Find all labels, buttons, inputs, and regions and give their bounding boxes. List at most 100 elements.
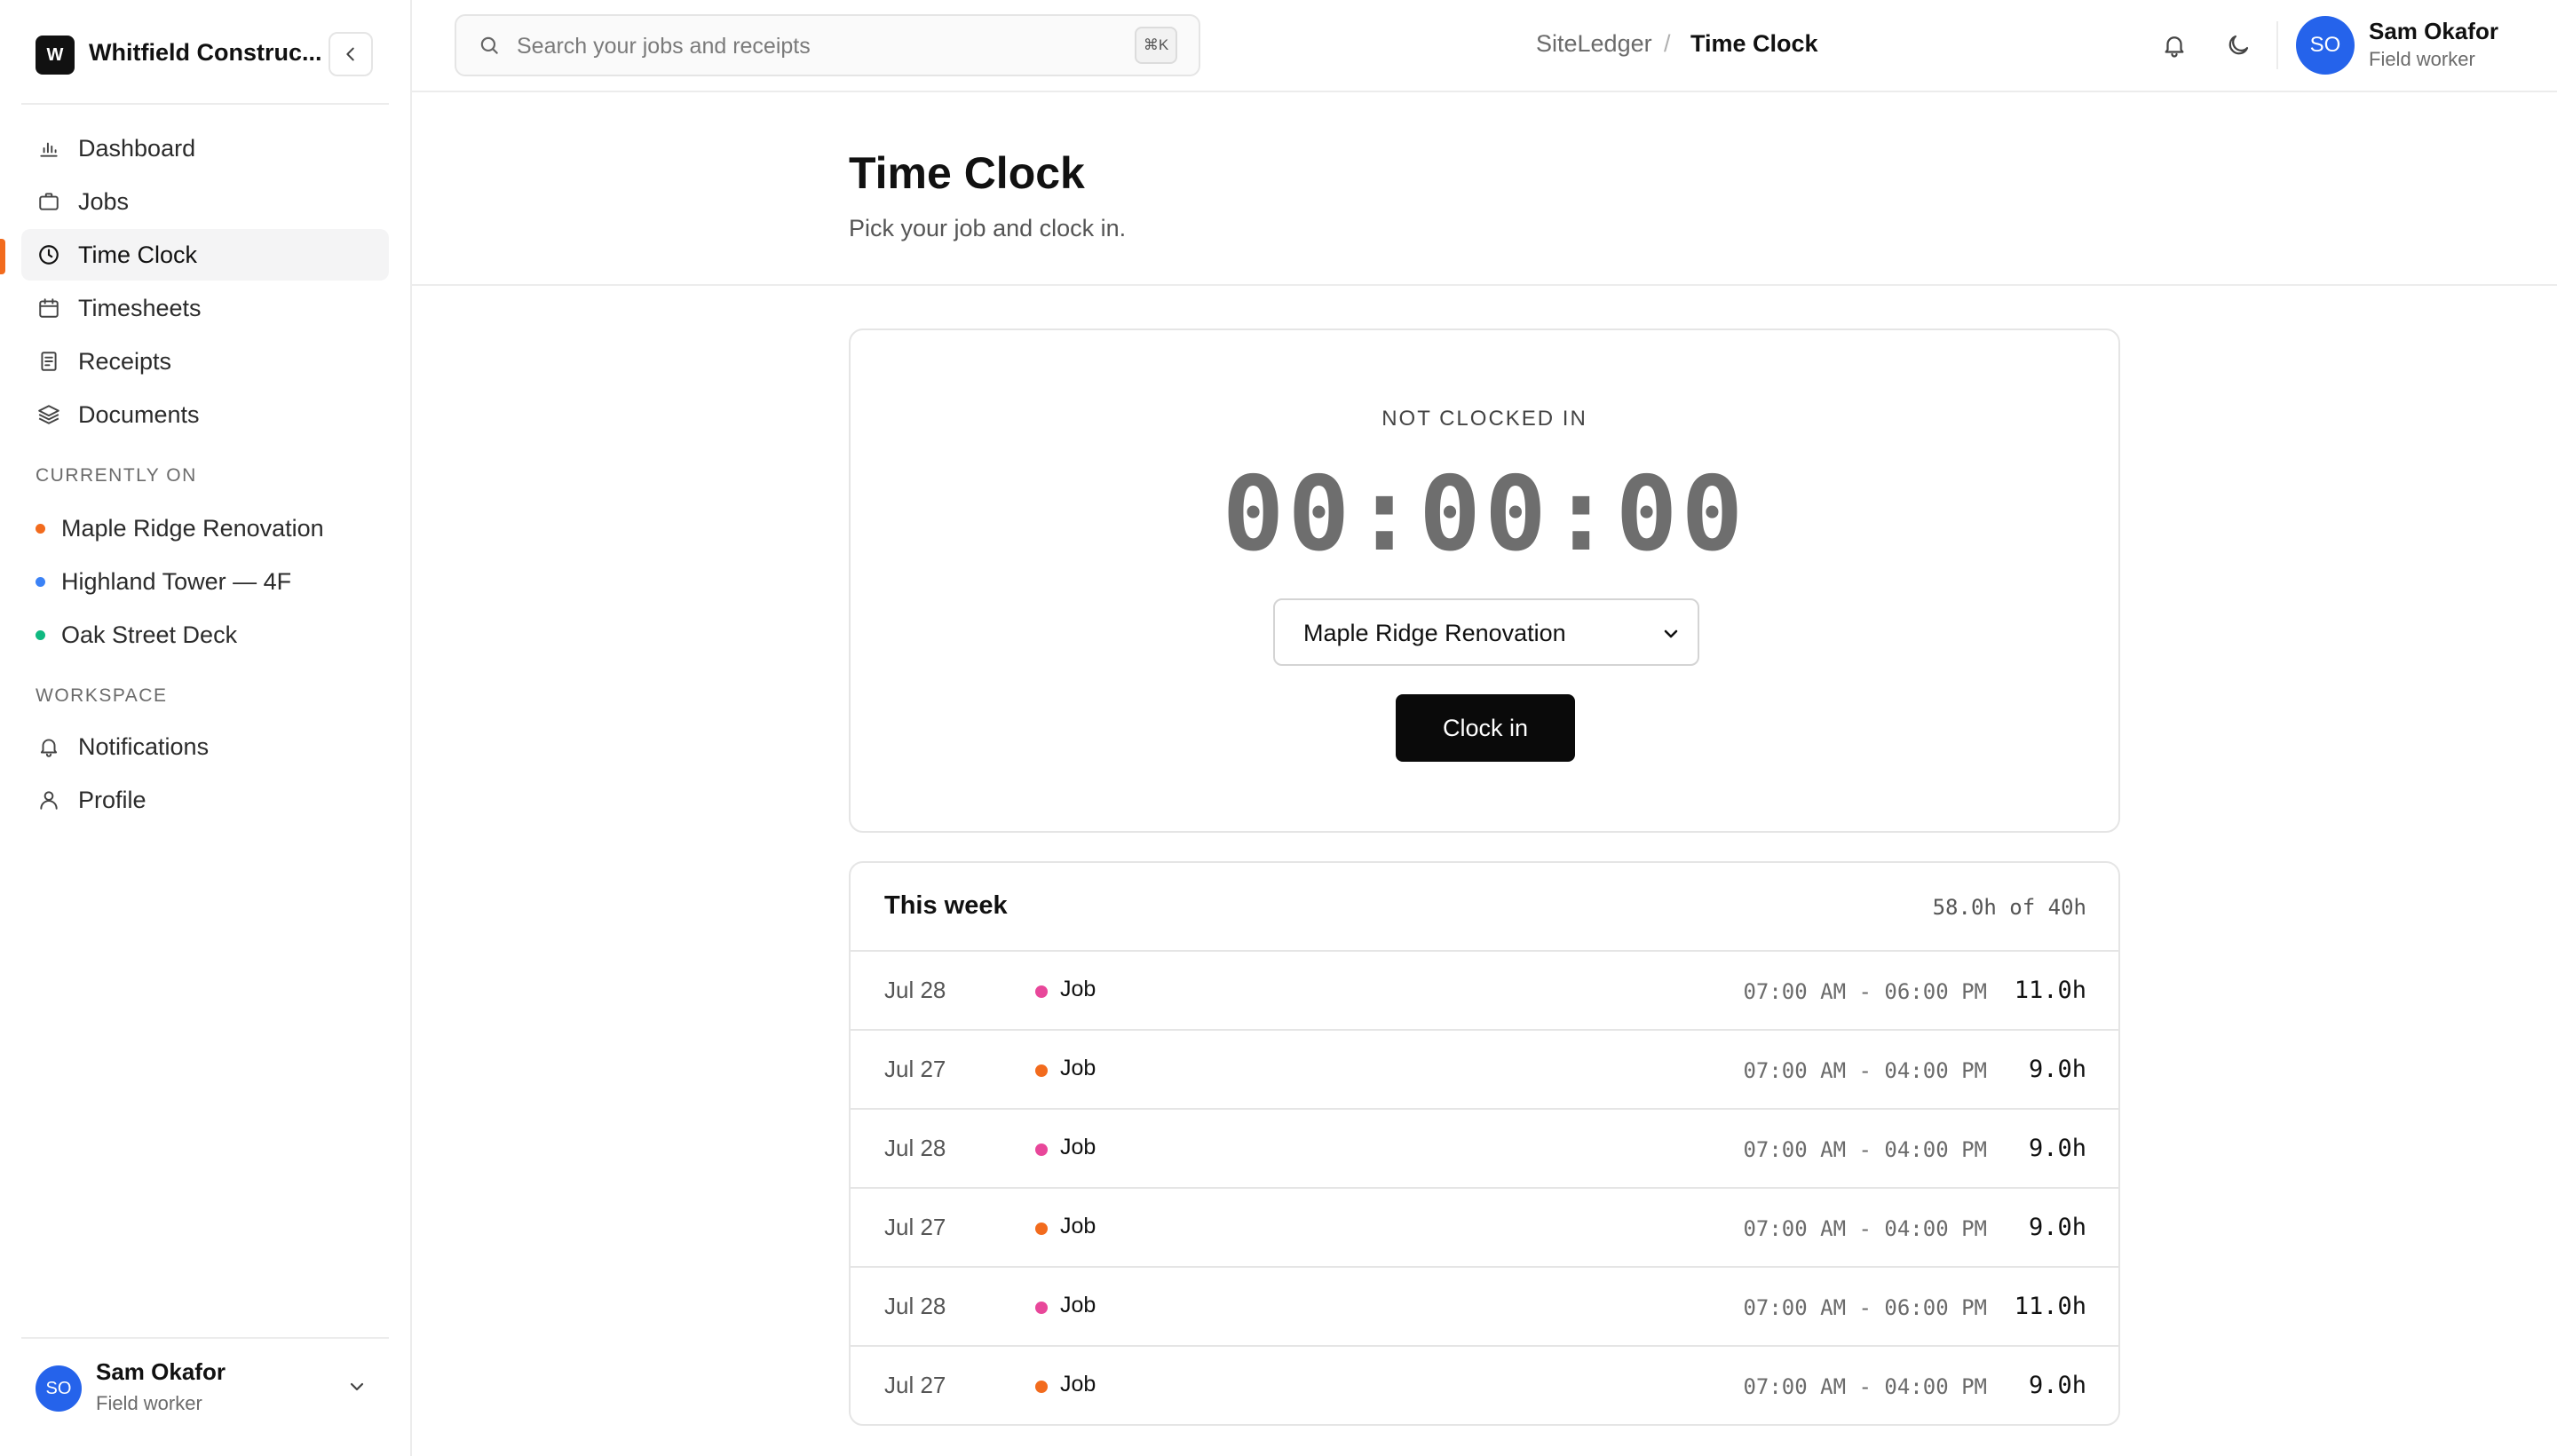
row-job: Job	[1060, 1214, 1096, 1238]
job-select-value: Maple Ridge Renovation	[1303, 620, 1566, 646]
row-job: Job	[1060, 1372, 1096, 1397]
project-color-dot	[36, 576, 45, 587]
job-color-dot	[1035, 1143, 1048, 1156]
week-summary-card: This week 58.0h of 40h Jul 28 Job 07:00 …	[849, 861, 2120, 1426]
sidebar-item-notifications[interactable]: Notifications	[21, 721, 389, 772]
page-subtitle: Pick your job and clock in.	[849, 215, 1127, 241]
theme-toggle-button[interactable]	[2221, 28, 2255, 62]
row-date: Jul 28	[884, 1135, 946, 1161]
search-placeholder: Search your jobs and receipts	[517, 34, 811, 59]
row-job: Job	[1060, 1293, 1096, 1318]
moon-icon	[2228, 35, 2249, 55]
row-date: Jul 27	[884, 1214, 946, 1240]
clock-timer: 00:00:00	[1222, 455, 1747, 574]
sidebar-divider	[21, 1337, 389, 1339]
row-job: Job	[1060, 1056, 1096, 1080]
sidebar-item-dashboard[interactable]: Dashboard	[21, 123, 389, 174]
user-name: Sam Okafor	[2369, 18, 2498, 44]
row-hours: 9.0h	[2028, 1056, 2086, 1083]
collapse-sidebar-button[interactable]	[329, 32, 373, 76]
layers-icon	[36, 401, 62, 428]
bell-icon	[36, 733, 62, 760]
brand-logo: W	[36, 36, 75, 75]
project-item-highland-tower[interactable]: Highland Tower — 4F	[21, 557, 389, 606]
table-row[interactable]: Jul 28 Job 07:00 AM - 04:00 PM 9.0h	[851, 1110, 2118, 1189]
project-label: Maple Ridge Renovation	[61, 514, 324, 542]
row-date: Jul 27	[884, 1372, 946, 1398]
table-row[interactable]: Jul 27 Job 07:00 AM - 04:00 PM 9.0h	[851, 1031, 2118, 1110]
row-date: Jul 28	[884, 977, 946, 1003]
sidebar-item-label: Time Clock	[78, 241, 198, 268]
brand-name: Whitfield Construc...	[89, 39, 322, 66]
project-item-maple-ridge[interactable]: Maple Ridge Renovation	[21, 503, 389, 553]
chevron-down-icon	[1660, 623, 1682, 645]
week-header: This week 58.0h of 40h	[851, 863, 2118, 952]
project-label: Highland Tower — 4F	[61, 567, 292, 595]
table-row[interactable]: Jul 28 Job 07:00 AM - 06:00 PM 11.0h	[851, 1268, 2118, 1347]
user-role: Field worker	[96, 1392, 202, 1414]
row-time-range: 07:00 AM - 04:00 PM	[1743, 1374, 1987, 1399]
brand: W Whitfield Construc...	[36, 32, 387, 76]
job-color-dot	[1035, 1223, 1048, 1235]
sidebar-item-receipts[interactable]: Receipts	[21, 336, 389, 387]
project-label: Oak Street Deck	[61, 621, 238, 648]
sidebar-divider	[21, 103, 389, 105]
search-input[interactable]: Search your jobs and receipts ⌘K	[455, 14, 1200, 76]
bar-chart-icon	[36, 135, 62, 162]
row-hours: 9.0h	[2028, 1372, 2086, 1399]
row-time-range: 07:00 AM - 04:00 PM	[1743, 1216, 1987, 1241]
sidebar-item-timesheets[interactable]: Timesheets	[21, 282, 389, 334]
header-divider	[2276, 21, 2278, 69]
workspace-heading: WORKSPACE	[36, 685, 168, 706]
sidebar-item-label: Receipts	[78, 347, 172, 375]
sidebar: W Whitfield Construc... Dashboard Jobs T…	[0, 0, 412, 1456]
user-name: Sam Okafor	[96, 1358, 226, 1385]
chevron-down-icon	[346, 1376, 368, 1397]
job-select[interactable]: Maple Ridge Renovation	[1273, 598, 1699, 666]
sidebar-item-label: Notifications	[78, 732, 210, 760]
job-color-dot	[1035, 1381, 1048, 1393]
breadcrumb-separator: /	[1664, 30, 1671, 57]
row-job: Job	[1060, 1135, 1096, 1159]
page-title: Time Clock	[849, 148, 1085, 198]
sidebar-item-label: Timesheets	[78, 294, 202, 321]
project-color-dot	[36, 629, 45, 640]
top-header: Search your jobs and receipts ⌘K SiteLed…	[412, 0, 2557, 92]
row-hours: 11.0h	[2014, 1293, 2086, 1320]
week-total: 58.0h of 40h	[1932, 895, 2086, 920]
week-title: This week	[884, 891, 1008, 920]
project-color-dot	[36, 523, 45, 534]
briefcase-icon	[36, 188, 62, 215]
row-hours: 9.0h	[2028, 1135, 2086, 1162]
avatar[interactable]: SO	[2296, 16, 2355, 75]
row-time-range: 07:00 AM - 06:00 PM	[1743, 979, 1987, 1004]
row-time-range: 07:00 AM - 04:00 PM	[1743, 1137, 1987, 1162]
row-hours: 9.0h	[2028, 1214, 2086, 1241]
currently-on-heading: CURRENTLY ON	[36, 465, 197, 486]
clock-in-button[interactable]: Clock in	[1396, 694, 1575, 762]
user-icon	[36, 787, 62, 813]
clock-status: NOT CLOCKED IN	[1381, 407, 1587, 431]
sidebar-user-menu[interactable]: SO Sam Okafor Field worker	[36, 1358, 387, 1420]
row-time-range: 07:00 AM - 06:00 PM	[1743, 1295, 1987, 1320]
sidebar-item-time-clock[interactable]: Time Clock	[21, 229, 389, 281]
notifications-button[interactable]	[2157, 28, 2191, 62]
sidebar-item-label: Jobs	[78, 187, 130, 215]
sidebar-item-jobs[interactable]: Jobs	[21, 176, 389, 227]
search-icon	[478, 34, 501, 57]
table-row[interactable]: Jul 27 Job 07:00 AM - 04:00 PM 9.0h	[851, 1189, 2118, 1268]
chevron-left-icon	[346, 47, 354, 61]
clock-card: NOT CLOCKED IN 00:00:00 Maple Ridge Reno…	[849, 328, 2120, 833]
job-color-dot	[1035, 1302, 1048, 1314]
project-item-oak-street[interactable]: Oak Street Deck	[21, 610, 389, 660]
user-role: Field worker	[2369, 48, 2475, 70]
row-time-range: 07:00 AM - 04:00 PM	[1743, 1058, 1987, 1083]
breadcrumb-root[interactable]: SiteLedger	[1536, 30, 1652, 58]
sidebar-item-profile[interactable]: Profile	[21, 774, 389, 826]
table-row[interactable]: Jul 28 Job 07:00 AM - 06:00 PM 11.0h	[851, 952, 2118, 1031]
row-job: Job	[1060, 977, 1096, 1001]
sidebar-item-documents[interactable]: Documents	[21, 389, 389, 440]
row-hours: 11.0h	[2014, 977, 2086, 1004]
table-row[interactable]: Jul 27 Job 07:00 AM - 04:00 PM 9.0h	[851, 1347, 2118, 1424]
bell-icon	[2165, 36, 2184, 58]
